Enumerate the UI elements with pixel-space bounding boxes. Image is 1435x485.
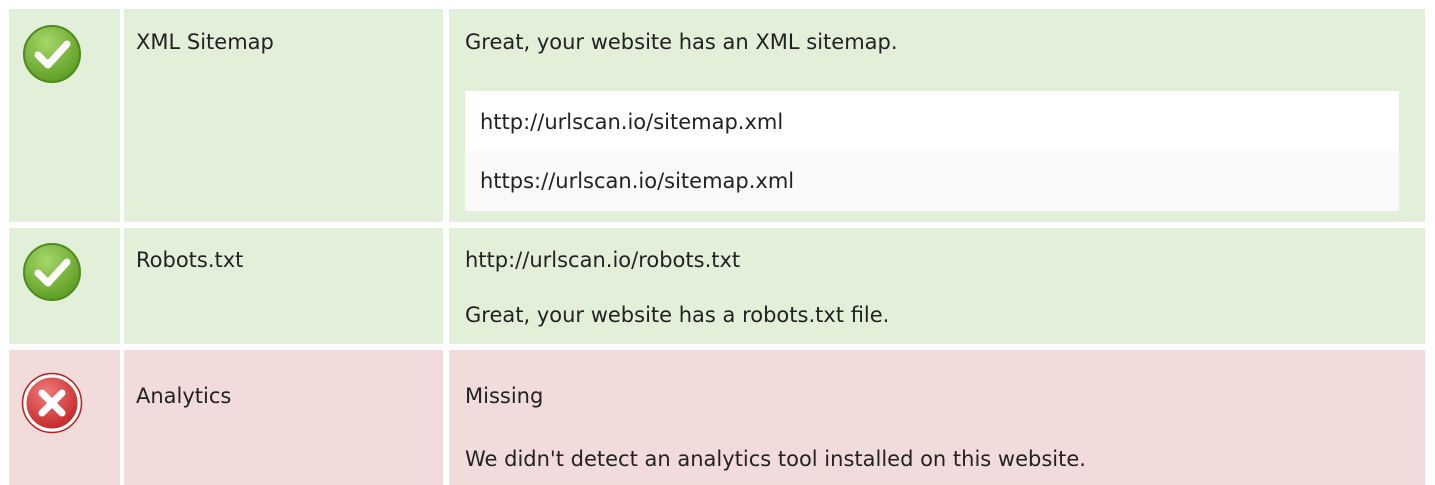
check-label: Robots.txt (136, 248, 244, 272)
cross-circle-icon (21, 372, 83, 434)
robots-url: http://urlscan.io/robots.txt (465, 248, 741, 272)
check-result-cell: http://urlscan.io/robots.txt Great, your… (449, 228, 1425, 344)
status-cell (9, 350, 120, 485)
check-name-cell: Robots.txt (124, 228, 443, 344)
check-name-cell: XML Sitemap (124, 9, 443, 222)
sitemap-url-item: http://urlscan.io/sitemap.xml (465, 91, 1399, 151)
status-cell (9, 9, 120, 222)
seo-checks-table: XML Sitemap Great, your website has an X… (0, 0, 1435, 485)
result-message: We didn't detect an analytics tool insta… (465, 447, 1086, 471)
result-value: Missing (465, 384, 544, 408)
check-circle-icon (23, 25, 81, 83)
check-label: XML Sitemap (136, 30, 274, 54)
check-result-cell: Missing We didn't detect an analytics to… (449, 350, 1425, 485)
check-label: Analytics (136, 384, 232, 408)
sitemap-url-item: https://urlscan.io/sitemap.xml (465, 151, 1399, 211)
result-message: Great, your website has an XML sitemap. (465, 30, 898, 54)
check-circle-icon (23, 243, 81, 301)
status-cell (9, 228, 120, 344)
result-message: Great, your website has a robots.txt fil… (465, 303, 890, 327)
check-name-cell: Analytics (124, 350, 443, 485)
